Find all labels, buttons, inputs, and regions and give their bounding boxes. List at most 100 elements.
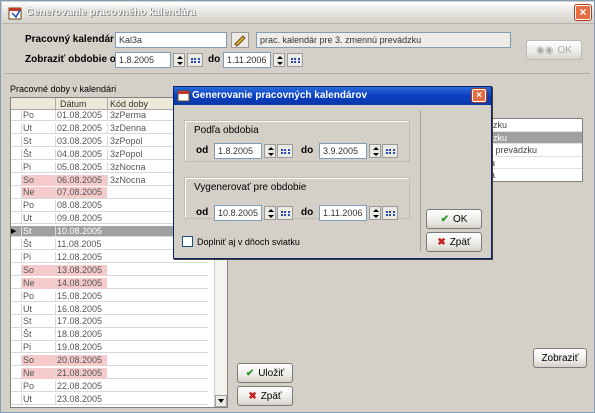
row-date: 19.08.2005 — [55, 342, 107, 354]
row-pointer-icon: ▶ — [11, 228, 17, 236]
table-row[interactable]: So 20.08.2005 — [11, 355, 208, 367]
row-day: Ut — [21, 213, 55, 225]
generate-dialog: Generovanie pracovných kalendárov × Podľ… — [173, 86, 492, 259]
calendar-lookup-button[interactable] — [231, 32, 249, 48]
checkmark-icon: ✔ — [440, 213, 449, 225]
row-date: 08.08.2005 — [55, 200, 107, 212]
row-date: 18.08.2005 — [55, 329, 107, 341]
g2-to-input[interactable]: 1.11.2006 — [319, 205, 367, 221]
period-from-spinner[interactable] — [173, 53, 185, 67]
row-day: So — [21, 264, 55, 276]
table-row[interactable]: Ne 21.08.2005 — [11, 368, 208, 380]
table-row[interactable]: Št 18.08.2005 — [11, 329, 208, 341]
row-day: Po — [21, 290, 55, 302]
g1-from-calendar-icon[interactable] — [277, 144, 293, 158]
row-day: Št — [21, 329, 55, 341]
arrow-down-icon — [218, 399, 224, 403]
row-date: 05.08.2005 — [55, 161, 107, 173]
scroll-down-button[interactable] — [215, 395, 227, 407]
table-row[interactable]: So 13.08.2005 — [11, 264, 208, 277]
grid-title: Pracovné doby v kalendári — [10, 84, 117, 94]
row-day: Ut — [21, 303, 55, 315]
row-day: Št — [21, 239, 55, 250]
row-date: 02.08.2005 — [55, 122, 107, 134]
row-date: 10.08.2005 — [55, 226, 107, 238]
calendar-input[interactable]: Kal3a — [115, 32, 227, 48]
table-row[interactable]: Po 15.08.2005 — [11, 290, 208, 302]
group2-label: Vygenerovať pre obdobie — [194, 182, 307, 193]
app-icon — [8, 7, 22, 20]
period-to-spinner[interactable] — [273, 53, 285, 67]
checkmark-icon: ✔ — [245, 367, 255, 379]
calendar-description: prac. kalendár pre 3. zmennú prevádzku — [256, 32, 511, 48]
dialog-back-button[interactable]: ✖ Zpäť — [426, 232, 482, 252]
row-date: 09.08.2005 — [55, 213, 107, 225]
ok-button-disabled[interactable]: ◉◉ OK — [526, 40, 582, 60]
save-button[interactable]: ✔ Uložiť — [237, 363, 293, 383]
back-button[interactable]: ✖ Zpäť — [237, 386, 293, 406]
header-date[interactable]: Dátum — [55, 98, 107, 110]
g1-from-input[interactable]: 1.8.2005 — [214, 143, 262, 159]
calendar-label: Pracovný kalendár — [25, 34, 114, 45]
row-day: Po — [21, 380, 55, 392]
period-label: Zobraziť obdobie od — [25, 54, 123, 65]
g1-to-spinner[interactable] — [369, 144, 381, 158]
row-date: 16.08.2005 — [55, 303, 107, 315]
period-from-calendar-icon[interactable] — [187, 53, 203, 67]
title-bar[interactable]: Generovanie pracovného kalendára × — [2, 2, 594, 24]
main-window: Generovanie pracovného kalendára × Praco… — [0, 0, 595, 413]
table-row[interactable]: St 17.08.2005 — [11, 316, 208, 328]
g2-to-calendar-icon[interactable] — [382, 206, 398, 220]
dialog-title-bar[interactable]: Generovanie pracovných kalendárov × — [174, 87, 491, 105]
period-to-input[interactable]: 1.11.2006 — [223, 52, 271, 68]
g2-to-label: do — [301, 207, 314, 218]
g1-to-input[interactable]: 3.9.2005 — [319, 143, 367, 159]
row-day: Ut — [21, 393, 55, 405]
close-icon[interactable]: × — [575, 5, 591, 20]
row-day: Pi — [21, 161, 55, 173]
row-day: Po — [21, 110, 55, 121]
table-row[interactable]: Pi 19.08.2005 — [11, 342, 208, 354]
show-button[interactable]: Zobraziť — [533, 348, 587, 368]
g2-to-spinner[interactable] — [369, 206, 381, 220]
holiday-label: Doplniť aj v dňoch sviatku — [197, 237, 300, 247]
table-row[interactable]: Ut 23.08.2005 — [11, 393, 208, 406]
period-to-calendar-icon[interactable] — [287, 53, 303, 67]
g2-from-spinner[interactable] — [264, 206, 276, 220]
show-label: Zobraziť — [541, 352, 579, 364]
row-date: 15.08.2005 — [55, 290, 107, 302]
table-row[interactable]: Ut 16.08.2005 — [11, 303, 208, 315]
row-day: Pi — [21, 251, 55, 263]
group1-label: Podľa obdobia — [194, 125, 259, 136]
row-day: Ne — [21, 277, 55, 289]
dialog-back-label: Zpäť — [449, 236, 471, 248]
save-label: Uložiť — [258, 367, 285, 379]
x-icon: ✖ — [437, 236, 446, 248]
g1-to-calendar-icon[interactable] — [382, 144, 398, 158]
dialog-app-icon — [177, 90, 190, 102]
row-day: St — [21, 226, 55, 238]
table-row[interactable]: Po 22.08.2005 — [11, 380, 208, 393]
row-day: Pi — [21, 342, 55, 354]
holiday-checkbox[interactable] — [182, 236, 193, 247]
pencil-icon — [234, 35, 246, 47]
row-day: Št — [21, 148, 55, 160]
row-day: So — [21, 174, 55, 186]
row-day: Ne — [21, 187, 55, 199]
row-date: 23.08.2005 — [55, 393, 107, 405]
dialog-divider — [420, 110, 421, 252]
g2-from-input[interactable]: 10.8.2005 — [214, 205, 262, 221]
row-day: Ut — [21, 122, 55, 134]
g2-from-calendar-icon[interactable] — [277, 206, 293, 220]
separator — [4, 73, 590, 74]
dialog-close-icon[interactable]: × — [472, 89, 486, 102]
period-from-input[interactable]: 1.8.2005 — [115, 52, 171, 68]
dialog-ok-label: OK — [452, 213, 468, 225]
row-date: 12.08.2005 — [55, 251, 107, 263]
x-icon: ✖ — [248, 390, 257, 402]
g1-from-spinner[interactable] — [264, 144, 276, 158]
row-date: 13.08.2005 — [55, 264, 107, 276]
dialog-ok-button[interactable]: ✔ OK — [426, 209, 482, 229]
table-row[interactable]: Ne 14.08.2005 — [11, 277, 208, 289]
g1-from-label: od — [196, 145, 209, 156]
